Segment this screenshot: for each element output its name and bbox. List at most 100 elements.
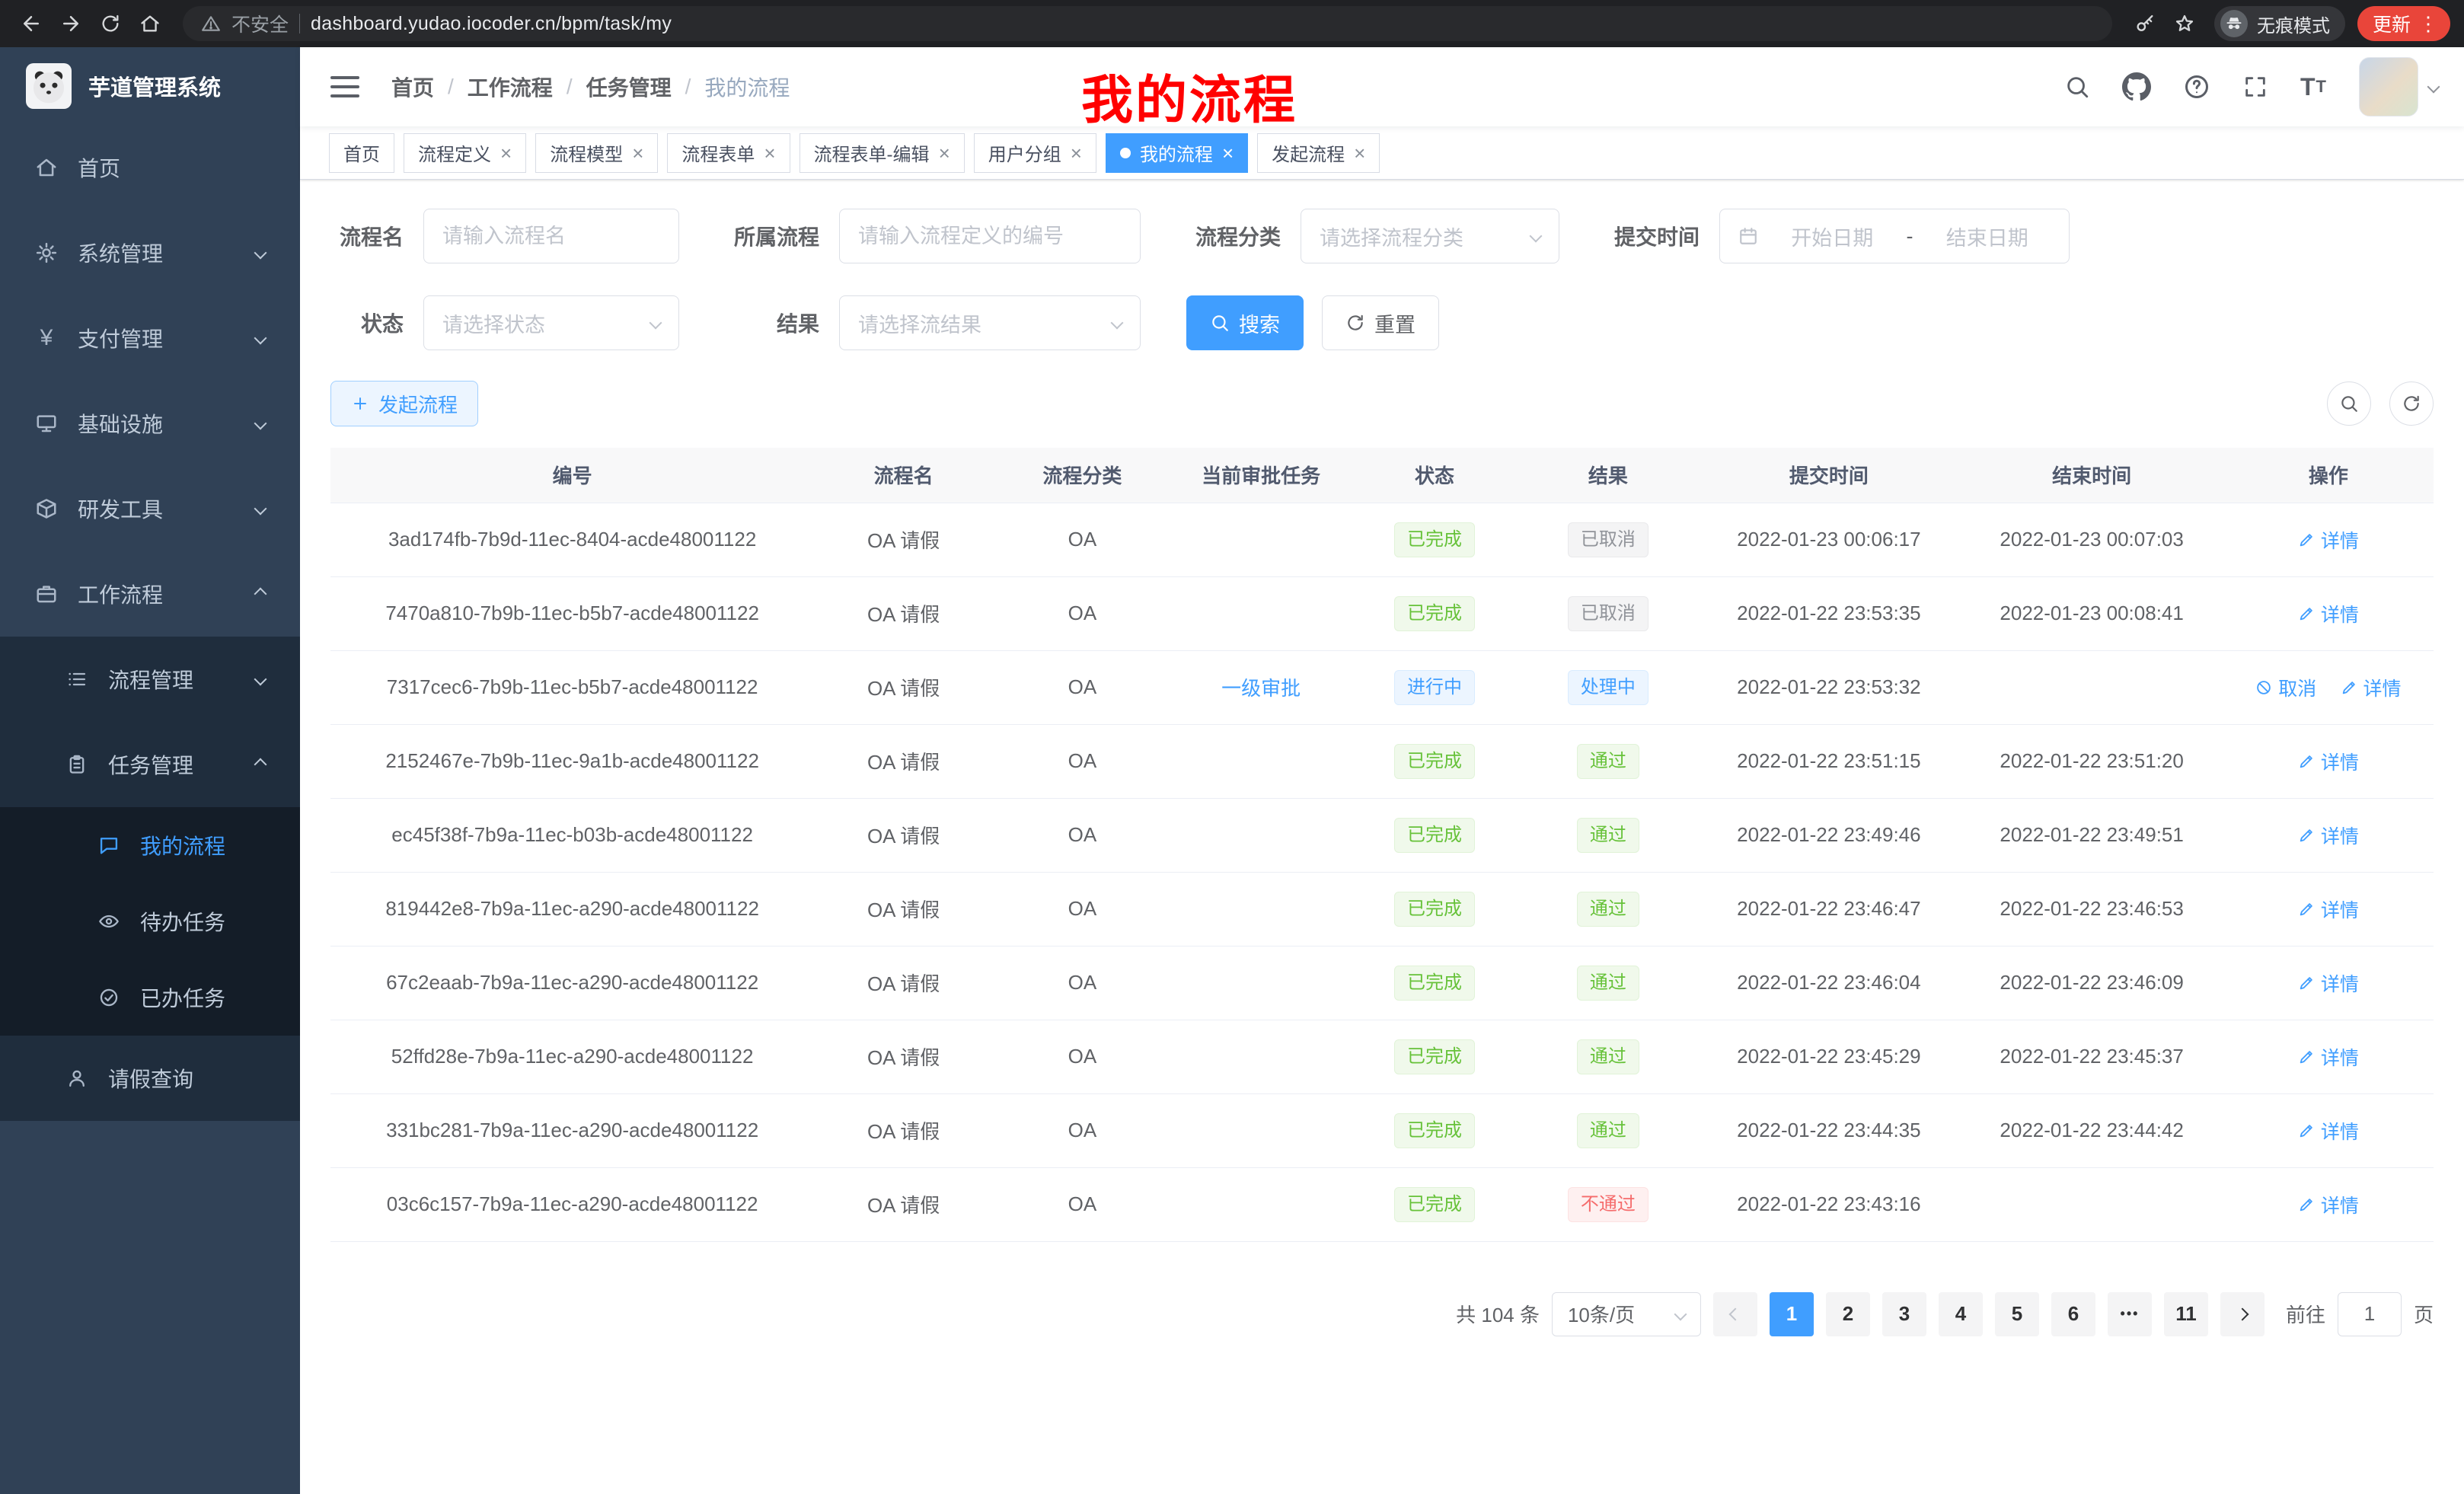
start-process-label: 发起流程 — [378, 390, 458, 418]
edit-icon — [2298, 827, 2315, 844]
breadcrumb-item[interactable]: 工作流程 — [468, 72, 553, 102]
detail-link[interactable]: 详情 — [2298, 748, 2359, 775]
detail-link[interactable]: 详情 — [2298, 600, 2359, 627]
sidebar-item-payment[interactable]: ¥ 支付管理 — [0, 295, 300, 381]
page-button-11[interactable]: 11 — [2164, 1292, 2208, 1336]
page-size-select[interactable]: 10条/页 — [1552, 1292, 1701, 1336]
prev-page-button[interactable] — [1713, 1292, 1757, 1336]
refresh-table-button[interactable] — [2389, 381, 2434, 426]
sidebar-item-workflow[interactable]: 工作流程 — [0, 551, 300, 637]
password-key-button[interactable] — [2127, 6, 2162, 41]
breadcrumb-item[interactable]: 首页 — [391, 72, 434, 102]
bookmark-star-button[interactable] — [2167, 6, 2202, 41]
cell-category: OA — [993, 872, 1172, 946]
more-pages-button[interactable]: ••• — [2108, 1292, 2152, 1336]
close-icon[interactable]: × — [1071, 143, 1082, 163]
app-logo[interactable]: 芋道管理系统 — [0, 47, 300, 125]
browser-reload-button[interactable] — [93, 6, 128, 41]
status-badge: 已完成 — [1394, 966, 1475, 1001]
security-label: 不安全 — [231, 10, 289, 37]
detail-link[interactable]: 详情 — [2298, 822, 2359, 849]
result-select[interactable]: 请选择流结果 — [839, 295, 1141, 350]
tab-process-form-edit[interactable]: 流程表单-编辑 × — [800, 133, 965, 173]
cell-id: ec45f38f-7b9a-11ec-b03b-acde48001122 — [330, 798, 814, 872]
detail-link[interactable]: 详情 — [2298, 526, 2359, 554]
close-icon[interactable]: × — [939, 143, 950, 163]
detail-link[interactable]: 详情 — [2298, 1117, 2359, 1144]
page-button-4[interactable]: 4 — [1939, 1292, 1983, 1336]
user-avatar[interactable] — [2359, 57, 2418, 117]
task-link[interactable]: 一级审批 — [1221, 677, 1301, 700]
close-icon[interactable]: × — [1354, 143, 1365, 163]
search-button[interactable]: 搜索 — [1186, 295, 1304, 350]
tab-process-definition[interactable]: 流程定义 × — [404, 133, 526, 173]
user-menu[interactable] — [2359, 57, 2438, 117]
tab-user-group[interactable]: 用户分组 × — [974, 133, 1096, 173]
warning-icon — [201, 14, 221, 34]
table-header-row: 编号 流程名 流程分类 当前审批任务 状态 结果 提交时间 结束时间 操作 — [330, 448, 2434, 503]
sidebar-item-leave-query[interactable]: 请假查询 — [0, 1036, 300, 1121]
navbar-search-button[interactable] — [2064, 74, 2090, 100]
sidebar-item-task-management[interactable]: 任务管理 — [0, 722, 300, 807]
help-button[interactable] — [2183, 73, 2210, 101]
sidebar-item-home[interactable]: 首页 — [0, 125, 300, 210]
sidebar-item-done-tasks[interactable]: 已办任务 — [0, 959, 300, 1036]
close-icon[interactable]: × — [500, 143, 512, 163]
status-select[interactable]: 请选择状态 — [423, 295, 679, 350]
page-button-3[interactable]: 3 — [1882, 1292, 1926, 1336]
close-icon[interactable]: × — [632, 143, 643, 163]
reset-button[interactable]: 重置 — [1322, 295, 1439, 350]
page-button-5[interactable]: 5 — [1995, 1292, 2039, 1336]
next-page-button[interactable] — [2220, 1292, 2265, 1336]
tab-home[interactable]: 首页 — [329, 133, 394, 173]
start-process-button[interactable]: 发起流程 — [330, 381, 478, 426]
tab-my-process[interactable]: 我的流程 × — [1106, 133, 1248, 173]
col-actions: 操作 — [2223, 448, 2434, 503]
page-button-6[interactable]: 6 — [2051, 1292, 2095, 1336]
category-select[interactable]: 请选择流程分类 — [1301, 209, 1559, 263]
cell-name: OA 请假 — [814, 946, 993, 1020]
address-bar[interactable]: 不安全 dashboard.yudao.iocoder.cn/bpm/task/… — [183, 6, 2112, 41]
close-icon[interactable]: × — [764, 143, 775, 163]
detail-link[interactable]: 详情 — [2341, 674, 2402, 701]
date-range-picker[interactable]: 开始日期 - 结束日期 — [1719, 209, 2070, 263]
refresh-icon — [1345, 313, 1365, 333]
sidebar-item-my-process[interactable]: 我的流程 — [0, 807, 300, 883]
fullscreen-button[interactable] — [2242, 74, 2268, 100]
page-button-1[interactable]: 1 — [1770, 1292, 1814, 1336]
browser-back-button[interactable] — [14, 6, 49, 41]
cancel-link[interactable]: 取消 — [2255, 674, 2316, 701]
detail-link[interactable]: 详情 — [2298, 895, 2359, 923]
cell-task — [1172, 724, 1351, 798]
breadcrumb-item[interactable]: 任务管理 — [586, 72, 672, 102]
font-size-button[interactable]: TT — [2300, 73, 2327, 101]
page-button-2[interactable]: 2 — [1826, 1292, 1870, 1336]
incognito-profile-chip[interactable]: 无痕模式 — [2214, 6, 2345, 41]
goto-page-input[interactable] — [2338, 1292, 2402, 1336]
process-definition-input[interactable] — [839, 209, 1141, 263]
sidebar-item-process-management[interactable]: 流程管理 — [0, 637, 300, 722]
browser-forward-button[interactable] — [53, 6, 88, 41]
toggle-search-button[interactable] — [2327, 381, 2371, 426]
tab-start-process[interactable]: 发起流程 × — [1257, 133, 1380, 173]
github-button[interactable] — [2122, 72, 2151, 101]
star-icon — [2174, 13, 2195, 34]
tab-process-model[interactable]: 流程模型 × — [535, 133, 658, 173]
sidebar-item-infrastructure[interactable]: 基础设施 — [0, 381, 300, 466]
browser-home-button[interactable] — [132, 6, 168, 41]
detail-link[interactable]: 详情 — [2298, 969, 2359, 997]
close-icon[interactable]: × — [1222, 143, 1234, 163]
detail-link[interactable]: 详情 — [2298, 1191, 2359, 1218]
clipboard-icon — [64, 754, 90, 775]
sidebar-item-devtools[interactable]: 研发工具 — [0, 466, 300, 551]
detail-link[interactable]: 详情 — [2298, 1043, 2359, 1071]
sidebar-toggle-button[interactable] — [326, 72, 364, 102]
process-name-input[interactable] — [423, 209, 679, 263]
tab-process-form[interactable]: 流程表单 × — [667, 133, 790, 173]
sidebar-item-system[interactable]: 系统管理 — [0, 210, 300, 295]
edit-icon — [2298, 532, 2315, 548]
browser-update-button[interactable]: 更新 ⋮ — [2357, 6, 2450, 41]
sidebar: 芋道管理系统 首页 系统管理 ¥ 支付管理 — [0, 47, 300, 1494]
result-badge: 通过 — [1577, 818, 1639, 853]
sidebar-item-todo-tasks[interactable]: 待办任务 — [0, 883, 300, 959]
